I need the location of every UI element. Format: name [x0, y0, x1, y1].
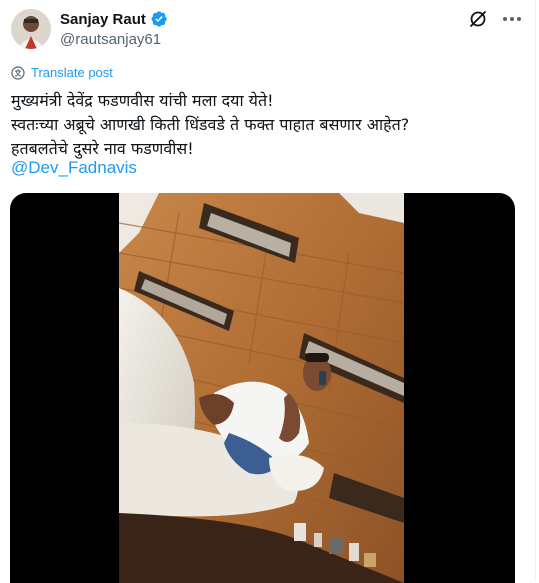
translate-post-link[interactable]: Translate post	[11, 65, 113, 80]
video-player[interactable]	[10, 193, 515, 583]
translate-label: Translate post	[31, 65, 113, 80]
more-icon[interactable]	[500, 7, 524, 31]
tweet-card: Sanjay Raut @rautsanjay61 Translate post…	[0, 0, 536, 583]
grok-icon[interactable]	[468, 9, 488, 29]
verified-badge-icon	[151, 11, 167, 27]
video-thumbnail-image	[119, 193, 404, 583]
author-avatar[interactable]	[11, 9, 51, 49]
tweet-text: मुख्यमंत्री देवेंद्र फडणवीस यांची मला दय…	[11, 89, 409, 161]
video-frame[interactable]	[119, 193, 404, 583]
translate-icon	[11, 65, 25, 80]
author-handle[interactable]: @rautsanjay61	[60, 31, 161, 48]
tweet-line-1: मुख्यमंत्री देवेंद्र फडणवीस यांची मला दय…	[11, 91, 274, 110]
mention-link[interactable]: @Dev_Fadnavis	[11, 158, 137, 178]
tweet-line-2: स्वतःच्या अब्रूचे आणखी किती धिंडवडे ते फ…	[11, 115, 410, 134]
author-name[interactable]: Sanjay Raut	[60, 11, 146, 28]
